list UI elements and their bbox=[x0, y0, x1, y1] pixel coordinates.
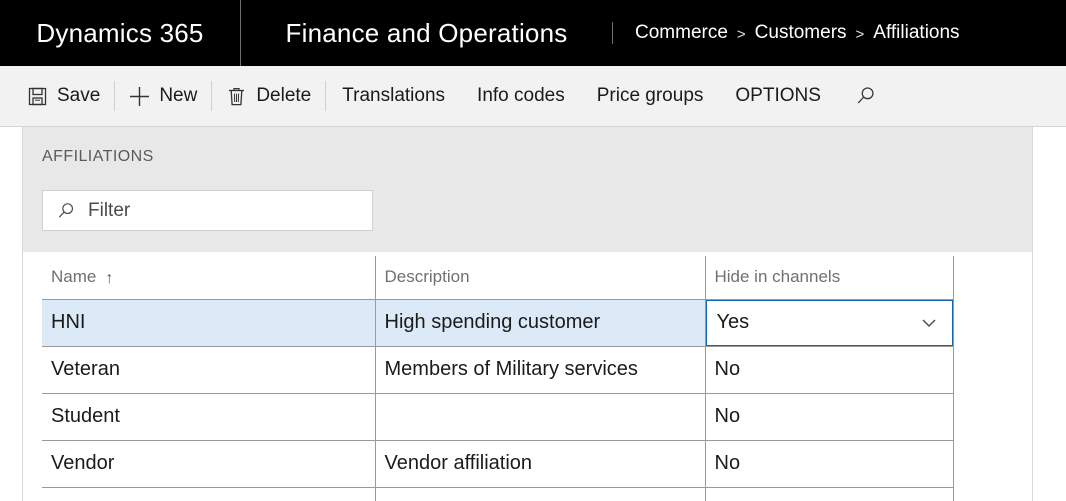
cell-hide-in-channels[interactable]: No bbox=[705, 440, 954, 488]
hide-in-channels-dropdown[interactable]: Yes bbox=[705, 299, 952, 345]
cell-description[interactable]: High spending customer bbox=[375, 299, 706, 347]
table-row[interactable]: Vendor Vendor affiliation No bbox=[42, 440, 954, 488]
cell-description[interactable]: Members of Military services bbox=[375, 346, 706, 394]
price-groups-button[interactable]: Price groups bbox=[581, 66, 720, 127]
trash-icon bbox=[226, 86, 247, 107]
info-codes-button[interactable]: Info codes bbox=[461, 66, 581, 127]
filter-placeholder: Filter bbox=[88, 199, 131, 221]
delete-label: Delete bbox=[256, 85, 312, 106]
cell-name[interactable]: Veteran bbox=[42, 346, 376, 394]
page-content: AFFILIATIONS Filter Name ↑ Description H… bbox=[22, 127, 1033, 501]
toolbar-search-button[interactable] bbox=[837, 66, 894, 127]
options-label: OPTIONS bbox=[735, 85, 821, 106]
cell-name[interactable]: Student bbox=[42, 393, 376, 441]
column-header-hide-in-channels[interactable]: Hide in channels bbox=[705, 256, 954, 300]
module-name[interactable]: Finance and Operations bbox=[240, 0, 612, 66]
options-button[interactable]: OPTIONS bbox=[719, 66, 837, 127]
save-label: Save bbox=[57, 85, 101, 106]
cell-hide-in-channels[interactable]: No bbox=[705, 346, 954, 394]
table-row[interactable]: Student No bbox=[42, 393, 954, 441]
cell-name[interactable] bbox=[42, 487, 376, 501]
search-icon bbox=[55, 200, 76, 221]
price-groups-label: Price groups bbox=[596, 85, 704, 106]
action-toolbar: Save New Delete Translations Info codes … bbox=[0, 66, 1066, 127]
breadcrumb-item-commerce[interactable]: Commerce bbox=[635, 22, 728, 44]
cell-description[interactable] bbox=[375, 393, 706, 441]
table-row-partial[interactable] bbox=[42, 487, 954, 501]
column-header-hide-in-channels-label: Hide in channels bbox=[714, 267, 841, 287]
save-button[interactable]: Save bbox=[13, 66, 114, 127]
cell-description[interactable] bbox=[375, 487, 706, 501]
column-header-name-label: Name bbox=[51, 267, 97, 287]
column-header-description-label: Description bbox=[384, 267, 470, 287]
cell-name[interactable]: Vendor bbox=[42, 440, 376, 488]
translations-button[interactable]: Translations bbox=[326, 66, 461, 127]
delete-button[interactable]: Delete bbox=[212, 66, 325, 127]
affiliations-grid: Name ↑ Description Hide in channels HNI H… bbox=[42, 256, 954, 501]
info-codes-label: Info codes bbox=[477, 85, 565, 106]
breadcrumb: Commerce > Customers > Affiliations bbox=[612, 22, 1066, 44]
cell-hide-in-channels[interactable]: Yes bbox=[705, 299, 954, 347]
search-icon bbox=[855, 86, 876, 107]
save-icon bbox=[27, 86, 48, 107]
cell-name[interactable]: HNI bbox=[42, 299, 376, 347]
chevron-down-icon[interactable] bbox=[919, 313, 939, 333]
app-window: Dynamics 365 Finance and Operations Comm… bbox=[0, 0, 1066, 501]
table-row[interactable]: HNI High spending customer Yes bbox=[42, 299, 954, 347]
new-button[interactable]: New bbox=[115, 66, 211, 127]
top-navigation-bar: Dynamics 365 Finance and Operations Comm… bbox=[0, 0, 1066, 66]
grid-header-row: Name ↑ Description Hide in channels bbox=[42, 256, 954, 300]
product-name[interactable]: Dynamics 365 bbox=[0, 0, 240, 66]
breadcrumb-item-affiliations[interactable]: Affiliations bbox=[873, 22, 959, 44]
breadcrumb-item-customers[interactable]: Customers bbox=[755, 22, 847, 44]
cell-hide-in-channels[interactable]: No bbox=[705, 393, 954, 441]
translations-label: Translations bbox=[342, 85, 446, 106]
plus-icon bbox=[129, 86, 150, 107]
column-header-name[interactable]: Name ↑ bbox=[42, 256, 376, 300]
cell-hide-in-channels[interactable] bbox=[705, 487, 954, 501]
sort-ascending-icon: ↑ bbox=[105, 270, 114, 288]
page-title: AFFILIATIONS bbox=[42, 148, 154, 165]
table-row[interactable]: Veteran Members of Military services No bbox=[42, 346, 954, 394]
filter-input[interactable]: Filter bbox=[42, 190, 373, 231]
breadcrumb-separator-icon: > bbox=[855, 25, 865, 43]
new-label: New bbox=[159, 85, 198, 106]
cell-description[interactable]: Vendor affiliation bbox=[375, 440, 706, 488]
column-header-description[interactable]: Description bbox=[375, 256, 706, 300]
breadcrumb-separator-icon: > bbox=[736, 25, 746, 43]
hide-in-channels-value: Yes bbox=[716, 311, 750, 333]
